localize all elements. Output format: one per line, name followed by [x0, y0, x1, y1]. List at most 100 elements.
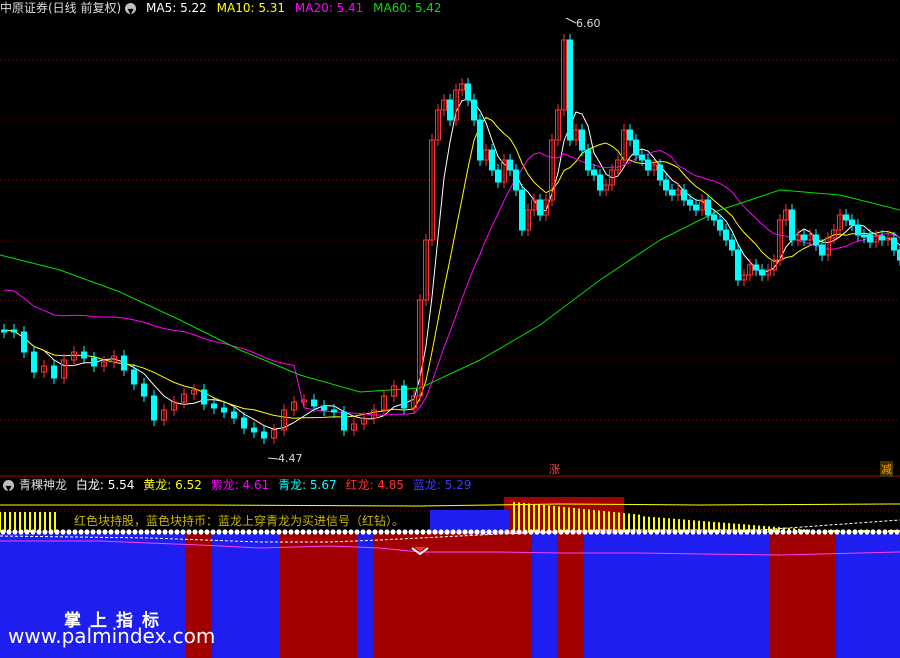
white-dot	[384, 529, 390, 535]
white-dot	[354, 529, 360, 535]
huanglong-value: 黄龙: 6.52	[143, 478, 202, 492]
white-dot	[300, 529, 306, 535]
watermark-url: www.palmindex.com	[8, 624, 216, 648]
white-dot	[324, 529, 330, 535]
candle-body	[843, 214, 849, 221]
white-dot	[342, 529, 348, 535]
white-dot	[762, 529, 768, 535]
candle-body	[789, 209, 795, 241]
white-dot	[252, 529, 258, 535]
white-dot	[864, 529, 870, 535]
candle-body	[753, 264, 759, 271]
candle-body	[567, 39, 573, 141]
candle-body	[81, 351, 87, 359]
candle-body	[341, 411, 347, 431]
candle-body	[849, 219, 855, 226]
candle-body	[711, 214, 717, 221]
candle-body	[705, 199, 711, 216]
candle-body	[447, 99, 453, 121]
cash-block	[212, 534, 280, 658]
white-dot	[804, 529, 810, 535]
candle-body	[401, 385, 407, 409]
white-dot	[168, 529, 174, 535]
white-dot	[246, 529, 252, 535]
white-dot	[366, 529, 372, 535]
white-dot	[870, 529, 876, 535]
white-dot	[108, 529, 114, 535]
zhang-marker: 涨	[549, 463, 560, 476]
white-dot	[402, 529, 408, 535]
candle-body	[1, 329, 7, 333]
indicator-note: 红色块持股，蓝色块持币：蓝龙上穿青龙为买进信号（红钻）。	[0, 512, 404, 528]
white-dot	[474, 529, 480, 535]
candle-body	[597, 174, 603, 191]
candle-body	[121, 355, 127, 371]
candle-body	[141, 383, 147, 397]
candle-body	[867, 234, 873, 243]
candle-body	[211, 403, 217, 409]
white-dot	[816, 529, 822, 535]
honglong-value: 红龙: 4.85	[345, 478, 405, 492]
white-dot	[120, 529, 126, 535]
white-dot	[264, 529, 270, 535]
white-dot	[876, 529, 882, 535]
ma20-line	[3, 150, 900, 416]
candle-body	[693, 204, 699, 211]
white-dot	[180, 529, 186, 535]
white-dot	[114, 529, 120, 535]
white-dot	[456, 529, 462, 535]
white-dot	[240, 529, 246, 535]
white-dot	[534, 529, 540, 535]
candle-body	[241, 417, 247, 429]
candle-body	[729, 239, 735, 251]
white-dot	[96, 529, 102, 535]
candle-body	[31, 351, 37, 373]
candle-body	[861, 234, 867, 238]
white-dot	[348, 529, 354, 535]
candle-body	[11, 329, 17, 333]
candle-body	[91, 357, 97, 367]
chevron-down-icon[interactable]: ▾	[3, 480, 14, 495]
white-dot	[792, 529, 798, 535]
white-dot	[810, 529, 816, 535]
bailong-value: 白龙: 5.54	[75, 478, 135, 492]
white-dot	[282, 529, 288, 535]
white-dot	[444, 529, 450, 535]
candle-body	[813, 234, 819, 246]
white-dot	[144, 529, 150, 535]
candle-body	[585, 149, 591, 171]
candle-body	[879, 235, 885, 241]
candle-body	[231, 411, 237, 419]
white-dot	[228, 529, 234, 535]
white-dot	[84, 529, 90, 535]
white-dot	[372, 529, 378, 535]
candle-body	[261, 431, 267, 439]
white-dot	[432, 529, 438, 535]
candle-body	[465, 83, 471, 101]
candle-body	[759, 269, 765, 276]
candle-body	[663, 179, 669, 191]
kline-chart[interactable]	[0, 0, 900, 658]
candle-body	[311, 399, 317, 407]
white-dot	[780, 529, 786, 535]
candle-body	[201, 389, 207, 405]
white-dot	[852, 529, 858, 535]
candle-body	[495, 169, 501, 183]
white-dot	[60, 529, 66, 535]
candle-body	[519, 189, 525, 231]
white-dot	[132, 529, 138, 535]
white-dot	[846, 529, 852, 535]
white-dot	[216, 529, 222, 535]
white-dot	[138, 529, 144, 535]
candle-body	[579, 129, 585, 151]
white-dot	[438, 529, 444, 535]
white-dot	[0, 529, 6, 535]
white-dot	[54, 529, 60, 535]
white-dot	[840, 529, 846, 535]
white-dot	[294, 529, 300, 535]
candle-body	[513, 169, 519, 191]
candle-body	[537, 199, 543, 216]
white-dot	[858, 529, 864, 535]
cash-block	[357, 534, 373, 658]
ma5-line	[3, 98, 900, 430]
